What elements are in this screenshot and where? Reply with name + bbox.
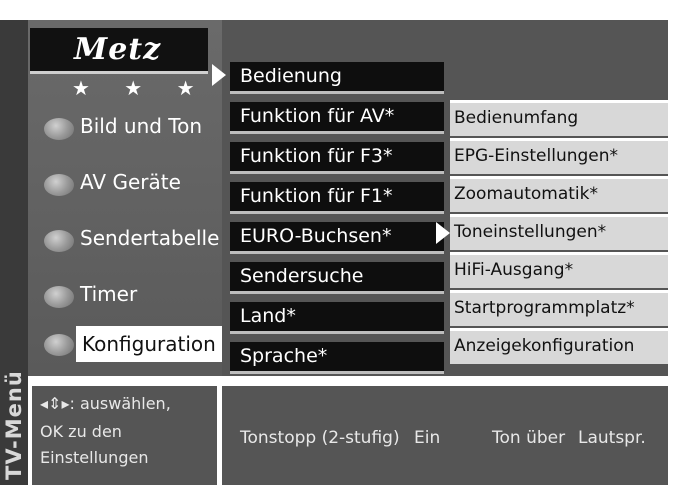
vertical-title: TV-Menü [2, 370, 26, 480]
status-audio-value: Lautspr. [578, 428, 646, 448]
submenu-item-funktion-f1[interactable]: Funktion für F1* [230, 182, 444, 214]
sidebar-item-label: Timer [80, 282, 138, 306]
option-label: HiFi-Ausgang* [454, 260, 574, 280]
submenu-item-euro-buchsen[interactable]: EURO-Buchsen* [230, 222, 444, 254]
option-label: Anzeigekonfiguration [454, 336, 635, 356]
submenu-item-land[interactable]: Land* [230, 302, 444, 334]
help-line-navigate: ◂⇕▸: auswählen, [40, 394, 171, 413]
submenu-item-label: Funktion für F1* [240, 185, 393, 207]
option-anzeigekonfiguration[interactable]: Anzeigekonfiguration [450, 328, 668, 364]
help-line-settings: Einstellungen [40, 448, 149, 467]
submenu-item-label: EURO-Buchsen* [240, 225, 392, 247]
vertical-title-strip: TV-Menü [0, 20, 28, 485]
help-box: ◂⇕▸: auswählen, OK zu den Einstellungen [32, 386, 217, 485]
sidebar-item-timer[interactable]: Timer [44, 278, 224, 316]
menu-header-bar [222, 20, 668, 60]
selection-arrow-icon [436, 222, 450, 244]
option-epg-einstellungen[interactable]: EPG-Einstellungen* [450, 138, 668, 174]
sidebar-item-av-geraete[interactable]: AV Geräte [44, 166, 224, 204]
submenu-item-label: Funktion für F3* [240, 145, 393, 167]
bullet-icon [44, 286, 74, 308]
option-zoomautomatik[interactable]: Zoomautomatik* [450, 176, 668, 212]
bullet-icon [44, 174, 74, 196]
submenu-item-funktion-f3[interactable]: Funktion für F3* [230, 142, 444, 174]
sidebar-item-label: Bild und Ton [80, 114, 203, 138]
option-bedienumfang[interactable]: Bedienumfang [450, 100, 668, 136]
option-label: Zoomautomatik* [454, 184, 598, 204]
sidebar-item-bild-und-ton[interactable]: Bild und Ton [44, 110, 224, 148]
status-setting-label: Tonstopp (2-stufig) [240, 428, 400, 448]
sidebar-item-konfiguration[interactable]: Konfiguration [44, 326, 224, 364]
tv-menu-screen: TV-Menü Metz ★ ★ ★ Bild und Ton AV Gerät… [0, 0, 676, 501]
option-label: EPG-Einstellungen* [454, 146, 619, 166]
sidebar-item-label: Sendertabelle [80, 226, 220, 250]
submenu-item-label: Land* [240, 305, 296, 327]
submenu-item-label: Funktion für AV* [240, 105, 395, 127]
option-hifi-ausgang[interactable]: HiFi-Ausgang* [450, 252, 668, 288]
sidebar-item-label: Konfiguration [76, 326, 222, 362]
logo-stars: ★ ★ ★ [72, 76, 209, 100]
option-label: Bedienumfang [454, 108, 579, 128]
option-label: Startprogrammplatz* [454, 298, 635, 318]
bullet-icon [44, 334, 74, 356]
submenu-item-label: Sendersuche [240, 265, 364, 287]
status-audio-label: Ton über [492, 428, 566, 448]
status-setting-value: Ein [414, 428, 441, 448]
bullet-icon [44, 118, 74, 140]
submenu-item-bedienung[interactable]: Bedienung [230, 62, 444, 94]
submenu-item-sendersuche[interactable]: Sendersuche [230, 262, 444, 294]
sidebar-item-sendertabelle[interactable]: Sendertabelle [44, 222, 224, 260]
submenu-item-funktion-av[interactable]: Funktion für AV* [230, 102, 444, 134]
option-label: Toneinstellungen* [454, 222, 607, 242]
submenu-item-label: Sprache* [240, 345, 328, 367]
option-startprogrammplatz[interactable]: Startprogrammplatz* [450, 290, 668, 326]
bullet-icon [44, 230, 74, 252]
option-toneinstellungen[interactable]: Toneinstellungen* [450, 214, 668, 250]
submenu-item-label: Bedienung [240, 65, 342, 87]
logo-text: Metz [74, 32, 162, 67]
sidebar-item-label: AV Geräte [80, 170, 181, 194]
metz-logo: Metz [30, 28, 208, 74]
status-bar: Tonstopp (2-stufig) Ein Ton über Lautspr… [222, 386, 668, 485]
submenu-item-sprache[interactable]: Sprache* [230, 342, 444, 374]
help-line-ok: OK zu den [40, 422, 122, 441]
selection-arrow-icon [212, 64, 226, 86]
